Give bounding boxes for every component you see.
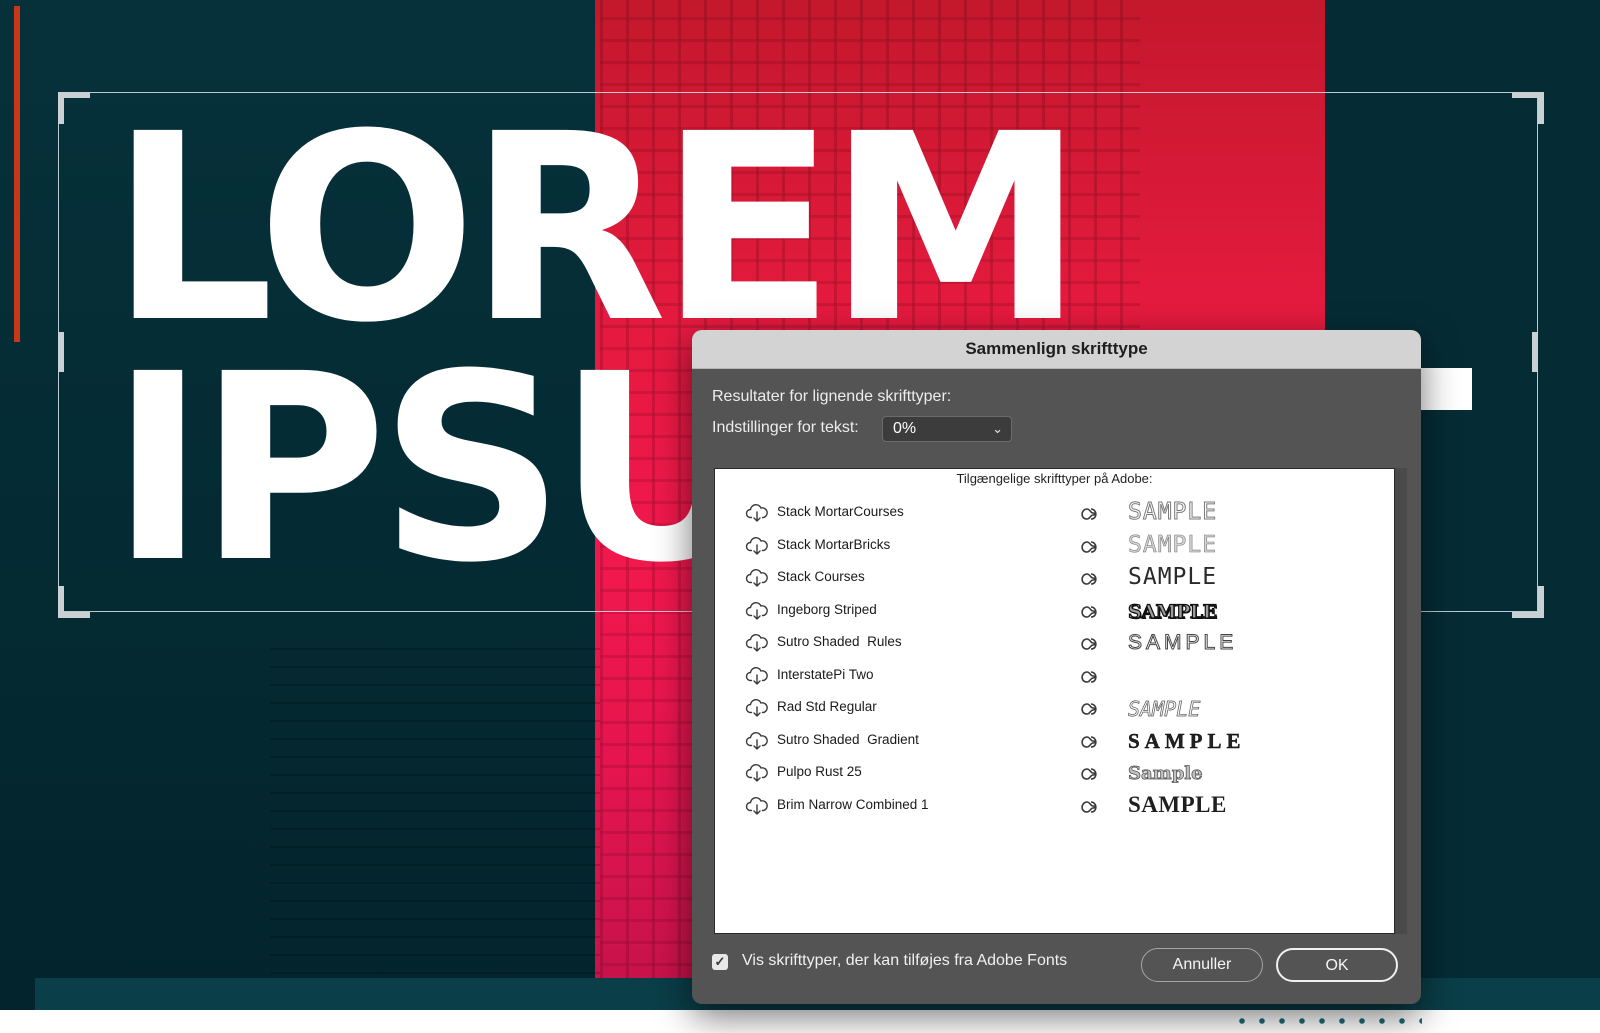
creative-cloud-icon (1077, 504, 1101, 524)
font-sample: SAMPLE (1127, 499, 1218, 526)
creative-cloud-icon (1077, 569, 1101, 589)
resize-handle-bottom-right[interactable] (1512, 586, 1544, 618)
creative-cloud-icon (1077, 797, 1101, 817)
cloud-download-icon[interactable] (745, 763, 769, 783)
ok-button[interactable]: OK (1276, 948, 1398, 982)
creative-cloud-icon (1077, 537, 1101, 557)
resize-handle-top-right[interactable] (1512, 92, 1544, 124)
cloud-download-icon[interactable] (745, 503, 769, 523)
font-sample: SAMPLE (1127, 631, 1238, 655)
list-header: Tilgængelige skrifttyper på Adobe: (956, 471, 1153, 486)
resize-handle-bottom-left[interactable] (58, 586, 90, 618)
creative-cloud-icon (1077, 764, 1101, 784)
text-settings-label: Indstillinger for tekst: (712, 419, 859, 436)
font-name: Stack MortarBricks (777, 537, 891, 552)
font-row[interactable]: Rad Std Regular SAMPLE (715, 693, 1375, 725)
font-row[interactable]: Stack MortarCourses SAMPLE (715, 498, 1375, 530)
orange-accent-bar (14, 6, 20, 342)
creative-cloud-icon (1077, 667, 1101, 687)
font-sample: SAMPLE (1128, 792, 1227, 817)
font-row[interactable]: InterstatePi Two (715, 661, 1375, 693)
building-shadow-texture (270, 640, 600, 1010)
font-row[interactable]: Brim Narrow Combined 1 SAMPLE (715, 791, 1375, 823)
font-sample: SAMPLE (1128, 564, 1218, 590)
font-sample: Sample (1128, 763, 1203, 785)
text-settings-value: 0% (893, 420, 917, 437)
font-row[interactable]: Sutro Shaded Gradient SAMPLE (715, 726, 1375, 758)
resize-handle-top-left[interactable] (58, 92, 90, 124)
match-font-dialog: Sammenlign skrifttype Resultater for lig… (692, 330, 1421, 1004)
cloud-download-icon[interactable] (745, 633, 769, 653)
dialog-title: Sammenlign skrifttype (692, 330, 1421, 369)
cloud-download-icon[interactable] (745, 698, 769, 718)
font-name: InterstatePi Two (777, 667, 874, 682)
show-adobe-fonts-label[interactable]: Vis skrifttyper, der kan tilføjes fra Ad… (742, 952, 1067, 970)
font-name: Sutro Shaded Gradient (777, 732, 919, 747)
creative-cloud-icon (1077, 634, 1101, 654)
cancel-button[interactable]: Annuller (1141, 948, 1263, 982)
cloud-download-icon[interactable] (745, 536, 769, 556)
font-row[interactable]: Stack Courses SAMPLE (715, 563, 1375, 595)
creative-cloud-icon (1077, 699, 1101, 719)
font-name: Ingeborg Striped (777, 602, 877, 617)
resize-handle-right[interactable] (1532, 332, 1538, 372)
font-sample: SAMPLE (1128, 532, 1218, 559)
cloud-download-icon[interactable] (745, 666, 769, 686)
font-row[interactable]: Pulpo Rust 25 Sample (715, 758, 1375, 790)
font-row[interactable]: Sutro Shaded Rules SAMPLE (715, 628, 1375, 660)
text-settings-dropdown[interactable]: 0% ⌄ (882, 416, 1012, 442)
results-label: Resultater for lignende skrifttyper: (712, 388, 952, 405)
font-name: Rad Std Regular (777, 699, 877, 714)
cloud-download-icon[interactable] (745, 601, 769, 621)
cloud-download-icon[interactable] (745, 731, 769, 751)
font-name: Pulpo Rust 25 (777, 764, 862, 779)
decorative-dots (1232, 1018, 1422, 1024)
font-row[interactable]: Ingeborg Striped SAMPLE (715, 596, 1375, 628)
font-name: Brim Narrow Combined 1 (777, 797, 929, 812)
font-row[interactable]: Stack MortarBricks SAMPLE (715, 531, 1375, 563)
font-sample: SAMPLE (1128, 697, 1201, 722)
chevron-down-icon: ⌄ (992, 421, 1003, 436)
font-name: Sutro Shaded Rules (777, 634, 902, 649)
font-results-list[interactable]: Tilgængelige skrifttyper på Adobe: Stack… (714, 468, 1395, 934)
show-adobe-fonts-checkbox[interactable]: ✓ (712, 954, 728, 970)
creative-cloud-icon (1077, 732, 1101, 752)
list-scrollbar[interactable] (1395, 468, 1407, 934)
cloud-download-icon[interactable] (745, 568, 769, 588)
font-sample: SAMPLE (1127, 600, 1217, 623)
font-sample: SAMPLE (1128, 729, 1246, 753)
resize-handle-left[interactable] (58, 332, 64, 372)
font-name: Stack MortarCourses (777, 504, 904, 519)
cloud-download-icon[interactable] (745, 796, 769, 816)
font-name: Stack Courses (777, 569, 865, 584)
creative-cloud-icon (1077, 602, 1101, 622)
